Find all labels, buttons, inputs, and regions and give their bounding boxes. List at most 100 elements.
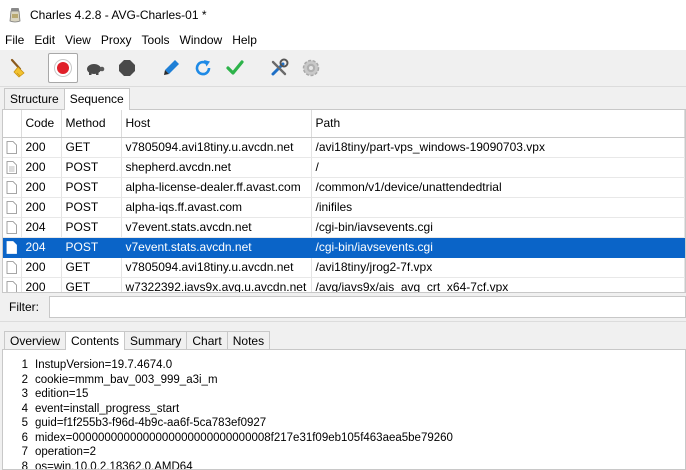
cell-method: POST	[61, 217, 122, 238]
menu-window[interactable]: Window	[175, 30, 228, 50]
record-button[interactable]	[48, 53, 78, 83]
line-number: 3	[21, 388, 28, 400]
tools-button[interactable]	[264, 53, 294, 83]
clear-session-button[interactable]	[4, 53, 34, 83]
row-icon-cell	[3, 157, 22, 178]
document-icon	[6, 181, 17, 195]
cell-method: POST	[61, 157, 122, 178]
sequence-table: Code Method Host Path 200 GET v7805094.avi…	[2, 109, 686, 293]
line-number: 7	[21, 446, 28, 458]
document-icon	[6, 221, 17, 235]
filter-label: Filter:	[9, 300, 39, 314]
content-line: 1 InstupVersion=19.7.4674.0	[3, 358, 685, 373]
column-host[interactable]: Host	[121, 110, 312, 138]
cell-method: POST	[61, 197, 122, 218]
table-row[interactable]: 204 POST v7event.stats.avcdn.net/cgi-bin/i…	[3, 217, 685, 238]
record-icon	[54, 59, 72, 77]
cell-path: /cgi-bin/iavsevents.cgi	[311, 237, 685, 258]
view-tabs: Structure Sequence	[4, 88, 130, 110]
cell-method: POST	[61, 177, 122, 198]
content-line: 5 guid=f1f255b3-f96d-4b9c-aa6f-5ca783ef09…	[3, 416, 685, 431]
tab-summary[interactable]: Summary	[124, 331, 188, 350]
table-row[interactable]: 200 POST shepherd.avcdn.net /	[3, 157, 685, 178]
cell-host: v7event.stats.avcdn.net	[121, 217, 312, 238]
column-icon[interactable]	[3, 110, 22, 138]
tab-sequence[interactable]: Sequence	[63, 88, 130, 110]
cell-code: 200	[21, 137, 62, 158]
check-icon	[226, 60, 244, 75]
content-line: 4 event=install_progress_start	[3, 402, 685, 417]
content-line: 6 midex=0000000000000000000000000000008f2…	[3, 431, 685, 446]
cell-path: /	[311, 157, 685, 178]
contents-view[interactable]: 1 InstupVersion=19.7.4674.0 2 cookie=mmm_ba…	[2, 349, 686, 470]
row-icon-cell	[3, 217, 22, 238]
column-path[interactable]: Path	[311, 110, 685, 138]
filter-input[interactable]	[48, 296, 686, 318]
cell-method: GET	[61, 257, 122, 278]
turtle-icon	[87, 64, 105, 75]
settings-button[interactable]	[296, 53, 326, 83]
menu-file[interactable]: File	[0, 30, 29, 50]
menu-edit[interactable]: Edit	[29, 30, 60, 50]
cell-code: 200	[21, 277, 62, 292]
cell-host: v7805094.avi18tiny.u.avcdn.net	[121, 137, 312, 158]
cell-method: GET	[61, 277, 122, 292]
line-text: operation=2	[35, 446, 97, 458]
row-icon-cell	[3, 197, 22, 218]
line-text: midex=0000000000000000000000000000008f21…	[35, 431, 453, 444]
tab-structure[interactable]: Structure	[4, 88, 65, 109]
refresh-icon	[195, 60, 211, 76]
cell-host: v7event.stats.avcdn.net	[121, 237, 312, 258]
line-number: 2	[21, 373, 28, 386]
tab-notes[interactable]: Notes	[226, 331, 271, 350]
column-code[interactable]: Code	[21, 110, 62, 138]
line-number: 6	[21, 431, 28, 444]
line-text: event=install_progress_start	[35, 402, 180, 415]
cell-host: alpha-iqs.ff.avast.com	[121, 197, 312, 218]
menu-proxy[interactable]: Proxy	[96, 30, 137, 50]
line-number: 4	[21, 402, 28, 415]
document-icon	[6, 161, 17, 175]
line-text: edition=15	[35, 388, 89, 400]
line-number: 1	[21, 359, 28, 371]
cell-method: POST	[61, 237, 122, 258]
table-row[interactable]: 200 GET v7805094.avi18tiny.u.avcdn.net/avi…	[3, 257, 685, 278]
cell-path: /avi18tiny/jrog2-7f.vpx	[311, 257, 685, 278]
cell-path: /avi18tiny/part-vps_windows-19090703.vpx	[311, 137, 685, 158]
cell-code: 200	[21, 197, 62, 218]
title-bar: Charles 4.2.8 - AVG-Charles-01 *	[0, 0, 686, 30]
tab-overview[interactable]: Overview	[4, 331, 67, 350]
split-divider[interactable]	[0, 321, 686, 331]
cell-host: w7322392.iavs9x.avg.u.avcdn.net	[121, 277, 312, 292]
breakpoints-button[interactable]	[112, 53, 142, 83]
cell-host: alpha-license-dealer.ff.avast.com	[121, 177, 312, 198]
tab-contents[interactable]: Contents	[65, 331, 126, 350]
compose-button[interactable]	[156, 53, 186, 83]
validate-button[interactable]	[220, 53, 250, 83]
table-row[interactable]: 200 POST alpha-iqs.ff.avast.com/inifiles	[3, 197, 685, 218]
row-icon-cell	[3, 257, 22, 278]
menu-tools[interactable]: Tools	[137, 30, 175, 50]
throttle-button[interactable]	[80, 53, 110, 83]
table-row[interactable]: 200 GET v7805094.avi18tiny.u.avcdn.net/avi…	[3, 137, 685, 158]
repeat-button[interactable]	[188, 53, 218, 83]
menu-view[interactable]: View	[60, 30, 96, 50]
tab-chart[interactable]: Chart	[186, 331, 228, 350]
detail-tabs: Overview Contents Summary Chart Notes	[4, 331, 271, 350]
row-icon-cell	[3, 237, 22, 258]
charles-jar-icon	[9, 8, 21, 23]
stop-icon	[119, 60, 135, 76]
cell-host: shepherd.avcdn.net	[121, 157, 312, 178]
table-row[interactable]: 200 POST alpha-license-dealer.ff.avast.com…	[3, 177, 685, 198]
toolbar	[0, 50, 686, 87]
line-number: 8	[21, 460, 28, 470]
cell-code: 204	[21, 237, 62, 258]
window-title: Charles 4.2.8 - AVG-Charles-01 *	[30, 8, 207, 22]
column-method[interactable]: Method	[61, 110, 122, 138]
row-icon-cell	[3, 277, 22, 292]
menu-bar: File Edit View Proxy Tools Window Help	[0, 30, 686, 50]
cell-code: 204	[21, 217, 62, 238]
table-row[interactable]: 200 GET w7322392.iavs9x.avg.u.avcdn.net/av…	[3, 277, 685, 292]
menu-help[interactable]: Help	[227, 30, 262, 50]
table-row[interactable]: 204 POST v7event.stats.avcdn.net/cgi-bin/i…	[3, 237, 685, 258]
